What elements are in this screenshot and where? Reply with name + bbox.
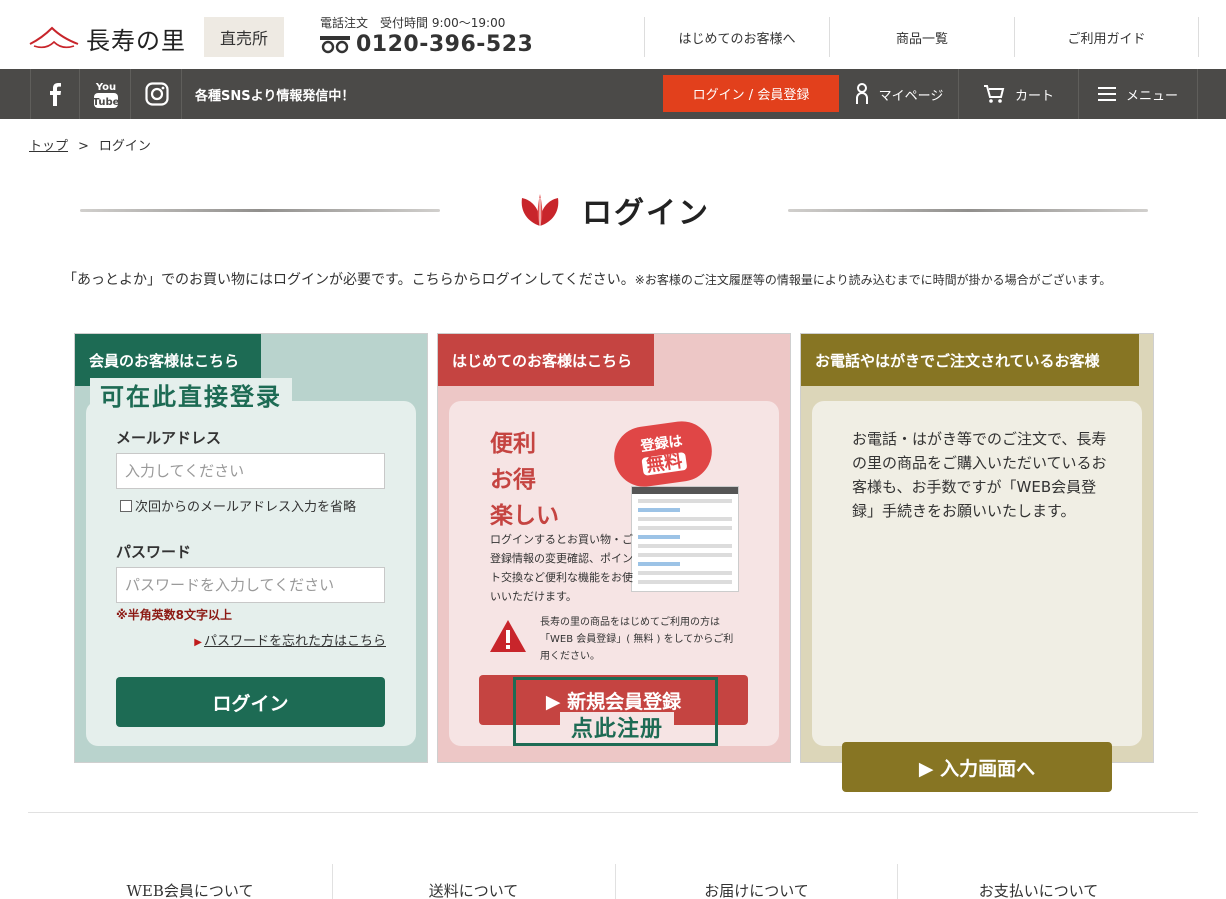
person-icon	[855, 83, 869, 105]
remember-label: 次回からのメールアドレス入力を省略	[135, 500, 357, 515]
footer-link-web-member[interactable]: WEB会員について	[49, 864, 331, 899]
forgot-password-link[interactable]: ▶ パスワードを忘れた方はこちら	[194, 630, 386, 649]
phone-customer-panel: お電話やはがきでご注文されているお客様 お電話・はがき等でのご注文で、長寿の里の…	[800, 333, 1154, 792]
cart-label: カート	[1014, 88, 1054, 104]
facebook-icon[interactable]	[30, 69, 80, 119]
email-label: メールアドレス	[116, 429, 222, 447]
email-field[interactable]	[116, 453, 385, 489]
breadcrumb-top[interactable]: トップ	[29, 139, 68, 154]
breadcrumb: トップ > ログイン	[29, 135, 151, 154]
new-panel-tab: はじめてのお客様はこちら	[438, 334, 654, 386]
phone-customer-card: お電話・はがき等でのご注文で、長寿の里の商品をご購入いただいているお客様も、お手…	[812, 401, 1142, 792]
intro-text: 「あっとよか」でのお買い物にはログインが必要です。こちらからログインしてください…	[63, 268, 1173, 292]
tea-leaf-icon	[521, 194, 559, 226]
cart-icon	[983, 84, 1005, 104]
phone-number-row: 0120-396-523	[320, 32, 533, 57]
footer-link-shipping[interactable]: 送料について	[332, 864, 614, 899]
benefit-item: お得	[490, 466, 536, 493]
login-register-button[interactable]: ログイン / 会員登録	[663, 75, 839, 112]
login-button[interactable]: ログイン	[116, 677, 385, 727]
phone-hours-label: 電話注文 受付時間 9:00〜19:00	[320, 16, 506, 30]
page-title-block: ログイン	[80, 188, 1150, 232]
youtube-icon[interactable]: You Tube	[81, 69, 131, 119]
page-title: ログイン	[582, 196, 710, 231]
benefit-list: 便利 お得 楽しい	[490, 426, 559, 534]
logo-mountain-icon	[29, 26, 79, 49]
warning-icon	[490, 620, 526, 652]
instagram-icon[interactable]	[132, 69, 182, 119]
footer-link-delivery[interactable]: お届けについて	[615, 864, 897, 899]
nav-guide[interactable]: ご利用ガイド	[1014, 17, 1199, 57]
menu-button[interactable]: メニュー	[1078, 69, 1198, 119]
hamburger-icon	[1097, 87, 1116, 101]
breadcrumb-separator: >	[78, 139, 89, 154]
cart-link[interactable]: カート	[958, 69, 1078, 119]
breadcrumb-current: ログイン	[98, 139, 151, 154]
mypage-label: マイページ	[878, 88, 944, 104]
sns-info-text: 各種SNSより情報発信中！	[195, 88, 355, 104]
nav-first-time[interactable]: はじめてのお客様へ	[644, 17, 829, 57]
svg-text:You: You	[94, 82, 115, 93]
footer-divider	[28, 812, 1198, 813]
forgot-password-label: パスワードを忘れた方はこちら	[203, 634, 386, 649]
intro-main: 「あっとよか」でのお買い物にはログインが必要です。こちらからログインしてください…	[63, 272, 635, 288]
phone-panel-tab: お電話やはがきでご注文されているお客様	[801, 334, 1139, 386]
nav-products[interactable]: 商品一覧	[829, 17, 1014, 57]
password-label: パスワード	[116, 543, 192, 561]
triangle-right-icon: ▶	[194, 637, 202, 648]
menu-label: メニュー	[1125, 88, 1178, 104]
mypage-link[interactable]: マイページ	[840, 69, 958, 119]
benefit-item: 楽しい	[490, 502, 559, 529]
site-header: 長寿の里 直売所 電話注文 受付時間 9:00〜19:00 0120-396-5…	[0, 0, 1226, 69]
svg-text:Tube: Tube	[93, 97, 119, 108]
freedial-icon	[320, 35, 350, 53]
site-logo[interactable]: 長寿の里	[28, 20, 188, 56]
phone-customer-description: お電話・はがき等でのご注文で、長寿の里の商品をご購入いただいているお客様も、お手…	[852, 430, 1107, 520]
badge-free-text: 無料	[641, 451, 688, 476]
benefit-description: ログインするとお買い物・ご登録情報の変更確認、ポイント交換など便利な機能をお使い…	[490, 533, 633, 603]
title-divider-left	[80, 209, 440, 212]
footer-link-payment[interactable]: お支払いについて	[897, 864, 1179, 899]
intro-note: ※お客様のご注文履歴等の情報量により読み込むまでに時間が掛かる場合がございます。	[634, 273, 1112, 287]
title-divider-right	[788, 209, 1148, 212]
warning-text: 長寿の里の商品をはじめてご利用の方は「WEB 会員登録」( 無料 ) をしてから…	[540, 617, 734, 662]
remember-checkbox[interactable]	[120, 499, 132, 512]
input-screen-button[interactable]: ▶ 入力画面へ	[842, 742, 1112, 792]
phone-number: 0120-396-523	[356, 32, 534, 57]
overlay-annotation-register: 点此注册	[560, 712, 674, 742]
password-requirement-note: ※半角英数8文字以上	[116, 608, 233, 622]
benefit-item: 便利	[490, 430, 536, 457]
site-preview-image	[631, 486, 739, 592]
password-field[interactable]	[116, 567, 385, 603]
logo-text: 長寿の里	[86, 26, 186, 55]
overlay-annotation-login: 可在此直接登录	[90, 378, 292, 411]
store-badge: 直売所	[204, 17, 284, 57]
remember-email-option[interactable]: 次回からのメールアドレス入力を省略	[120, 496, 356, 515]
